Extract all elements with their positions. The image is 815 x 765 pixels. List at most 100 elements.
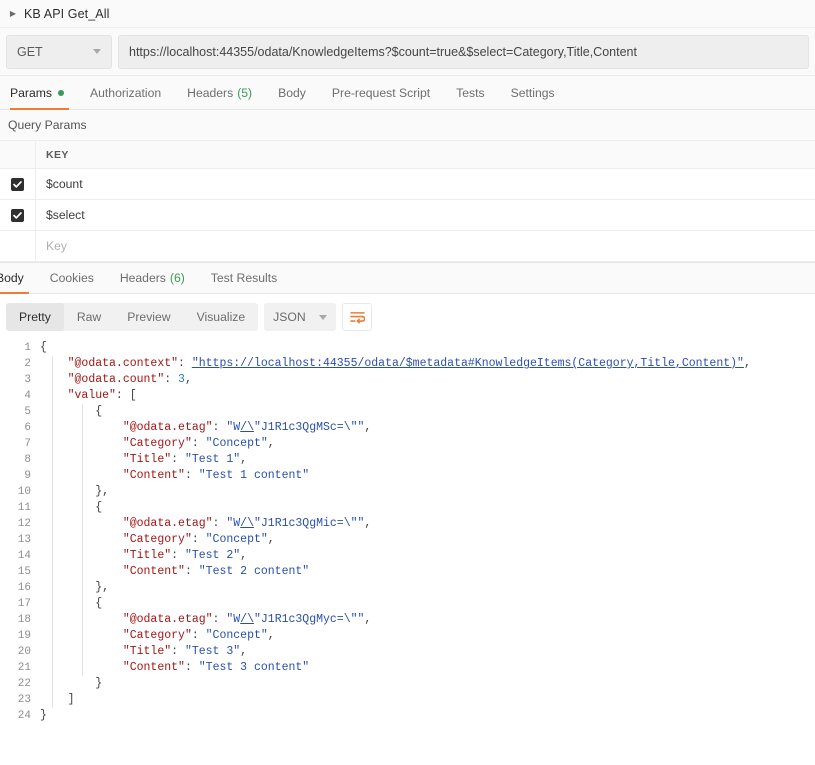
code-text: { [95,501,103,514]
code-line: 9 "Content": "Test 1 content" [0,468,815,484]
code-line: 18 "@odata.etag": "W/\"J1R1c3QgMyc=\"", [0,612,815,628]
code-line: 10 }, [0,484,815,500]
line-number: 13 [17,534,31,546]
tab-tests[interactable]: Tests [443,76,497,109]
code-text: ] [67,693,75,706]
line-number: 14 [17,550,31,562]
code-line: 24} [0,708,815,724]
response-format-toolbar: Pretty Raw Preview Visualize JSON [0,294,815,340]
response-tabs: Body Cookies Headers (6) Test Results [0,262,815,294]
line-number: 15 [17,566,31,578]
format-tab-visualize[interactable]: Visualize [184,303,259,331]
code-text: "Category": "Concept", [122,437,275,450]
line-number: 7 [24,438,31,450]
postman-window: ▶ KB API Get_All GET https://localhost:4… [0,0,815,765]
code-line: 13 "Category": "Concept", [0,532,815,548]
response-tab-headers[interactable]: Headers (6) [107,263,198,293]
params-modified-dot-icon [58,89,64,96]
param-key-select[interactable]: $select [36,200,815,230]
code-text: "@odata.etag": "W/\"J1R1c3QgMyc=\"", [122,613,372,626]
line-number: 21 [17,662,31,674]
response-tab-headers-count: (6) [169,271,185,285]
line-number: 8 [24,454,31,466]
url-input[interactable]: https://localhost:44355/odata/KnowledgeI… [118,34,809,69]
code-line: 3 "@odata.count": 3, [0,372,815,388]
format-tab-pretty[interactable]: Pretty [6,303,64,331]
row-checkbox-cell[interactable] [0,200,36,230]
response-body-code[interactable]: 1{2 "@odata.context": "https://localhost… [0,340,815,724]
chevron-down-icon [93,49,101,54]
response-tab-test-results[interactable]: Test Results [198,263,290,293]
tab-authorization-label: Authorization [90,85,162,100]
checkbox-checked-icon[interactable] [11,177,24,191]
code-text: }, [95,485,110,498]
table-row[interactable]: $select [0,200,815,231]
checkbox-checked-icon[interactable] [11,208,24,222]
tab-tests-label: Tests [456,85,485,100]
code-text: "@odata.context": "https://localhost:443… [67,357,751,370]
format-tab-group: Pretty Raw Preview Visualize [6,303,259,331]
request-title: KB API Get_All [24,6,110,21]
tab-pre-request-script-label: Pre-request Script [331,85,431,100]
line-number: 17 [17,598,31,610]
request-tabs: Params Authorization Headers (5) Body Pr… [0,76,815,110]
code-line: 23 ] [0,692,815,708]
param-key-count[interactable]: $count [36,169,815,199]
code-text: } [40,709,47,722]
row-checkbox-cell[interactable] [0,231,36,261]
response-tab-test-results-label: Test Results [210,271,278,285]
line-number: 1 [24,342,31,354]
content-type-select[interactable]: JSON [264,303,337,331]
http-method-select[interactable]: GET [6,34,112,69]
tab-body-label: Body [278,85,306,100]
response-tab-cookies-label: Cookies [49,271,94,285]
code-text: "Content": "Test 1 content" [122,469,310,482]
code-text: "Title": "Test 1", [122,453,248,466]
table-header-row: KEY [0,141,815,169]
line-number: 23 [17,694,31,706]
tab-authorization[interactable]: Authorization [77,76,174,109]
code-text: "Category": "Concept", [122,629,275,642]
row-checkbox-cell[interactable] [0,169,36,199]
triangle-right-icon[interactable]: ▶ [8,9,18,19]
code-line: 15 "Content": "Test 2 content" [0,564,815,580]
format-tab-raw[interactable]: Raw [64,303,114,331]
tab-body[interactable]: Body [265,76,319,109]
response-tab-cookies[interactable]: Cookies [37,263,107,293]
line-number: 20 [17,646,31,658]
tab-settings-label: Settings [510,85,555,100]
code-line: 6 "@odata.etag": "W/\"J1R1c3QgMSc=\"", [0,420,815,436]
word-wrap-icon [349,311,365,323]
line-number: 5 [24,406,31,418]
code-text: } [95,677,103,690]
tab-params[interactable]: Params [8,76,77,110]
tab-headers[interactable]: Headers (5) [174,76,265,109]
line-number: 11 [17,502,31,514]
code-line: 8 "Title": "Test 1", [0,452,815,468]
response-tab-body[interactable]: Body [0,263,37,294]
line-number: 22 [17,678,31,690]
code-line: 4 "value": [ [0,388,815,404]
code-text: "Title": "Test 3", [122,645,248,658]
code-line: 14 "Title": "Test 2", [0,548,815,564]
line-number: 24 [17,710,31,722]
code-line: 1{ [0,340,815,356]
table-row[interactable]: $count [0,169,815,200]
code-text: { [95,405,103,418]
word-wrap-button[interactable] [342,303,373,331]
line-number: 9 [24,470,31,482]
breadcrumb[interactable]: ▶ KB API Get_All [0,0,815,28]
code-text: }, [95,581,110,594]
tab-pre-request-script[interactable]: Pre-request Script [319,76,443,109]
tab-headers-count: (5) [237,85,253,100]
table-row-empty[interactable]: Key [0,231,815,262]
query-params-label: Query Params [0,110,815,140]
code-line: 5 { [0,404,815,420]
code-text: "Title": "Test 2", [122,549,248,562]
format-tab-preview[interactable]: Preview [114,303,183,331]
column-header-key: KEY [46,148,69,161]
new-param-key-input[interactable]: Key [36,231,815,261]
tab-settings[interactable]: Settings [498,76,568,109]
content-type-label: JSON [273,310,306,324]
code-line: 19 "Category": "Concept", [0,628,815,644]
